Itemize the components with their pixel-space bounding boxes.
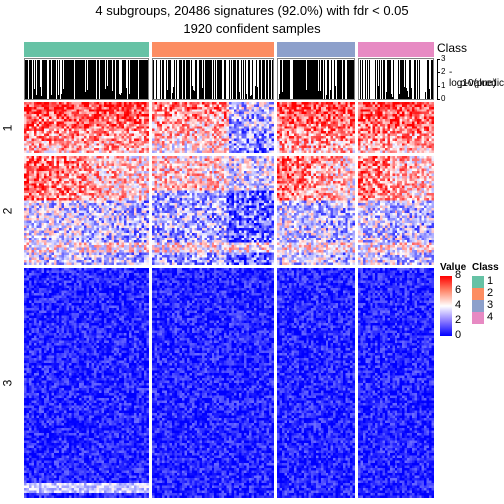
- heatmap-block-slice2-class4: [358, 156, 434, 265]
- heatmap-block-slice1-class1: [24, 102, 149, 153]
- row-slice-label-3: 3: [0, 379, 15, 387]
- class-legend-label-2: 2: [487, 287, 494, 299]
- class-annotation-cell-4: [358, 42, 434, 57]
- chart-title-line2: 1920 confident samples: [183, 21, 321, 36]
- barplot-tick: [437, 99, 440, 100]
- annotation-class-label: Class: [437, 41, 468, 55]
- barplot-tick-label: 3: [441, 54, 446, 63]
- barplot-tick: [437, 72, 440, 74]
- barplot-tick: [437, 59, 440, 60]
- pvalue-barplot-group-4: [358, 58, 434, 100]
- heatmap-block-slice1-class3: [277, 102, 355, 153]
- class-legend-swatch-2: [472, 288, 484, 300]
- class-legend-swatch-3: [472, 300, 484, 312]
- class-annotation-cell-3: [277, 42, 355, 57]
- barplot-tick-label: 1: [441, 80, 446, 90]
- row-slice-label-1: 1: [0, 124, 15, 131]
- barplot-axis-line: [437, 59, 438, 100]
- value-legend-tick-label: 4: [455, 299, 462, 311]
- heatmap-block-slice3-class1: [24, 268, 149, 498]
- value-legend-colorbar: [440, 276, 452, 336]
- barplot-axis-label-line2: p-value): [460, 78, 497, 89]
- heatmap-block-slice2-class3: [277, 156, 355, 265]
- class-legend-swatch-4: [472, 312, 484, 324]
- pvalue-barplot-group-1: [24, 58, 149, 100]
- value-legend-tick-label: 6: [455, 284, 462, 296]
- heatmap-block-slice2-class1: [24, 156, 149, 265]
- value-legend-title: Value: [440, 262, 467, 273]
- class-legend-swatch-1: [472, 276, 484, 288]
- value-legend-tick-label: 8: [455, 269, 462, 281]
- barplot-tick-label: 2: [441, 67, 446, 77]
- class-annotation-cell-2: [152, 42, 274, 57]
- class-legend-label-4: 4: [487, 311, 494, 323]
- heatmap-block-slice3-class3: [277, 268, 355, 498]
- row-slice-label-2: 2: [0, 207, 15, 214]
- chart-title-line1: 4 subgroups, 20486 signatures (92.0%) wi…: [95, 3, 409, 18]
- class-annotation-cell-1: [24, 42, 149, 57]
- class-legend-title: Class: [472, 262, 499, 273]
- pvalue-barplot-group-2: [152, 58, 274, 100]
- heatmap-block-slice1-class2: [152, 102, 274, 153]
- value-legend-tick-label: 2: [455, 314, 462, 326]
- class-legend-label-1: 1: [487, 275, 494, 287]
- heatmap-block-slice2-class2: [152, 156, 274, 265]
- heatmap-block-slice3-class2: [152, 268, 274, 498]
- barplot-tick: [437, 85, 440, 87]
- value-legend-tick-label: 0: [455, 329, 462, 341]
- heatmap-block-slice3-class4: [358, 268, 434, 498]
- pvalue-barplot-group-3: [277, 58, 355, 100]
- barplot-tick-label: 0: [441, 94, 446, 103]
- class-legend-label-3: 3: [487, 299, 494, 311]
- heatmap-block-slice1-class4: [358, 102, 434, 153]
